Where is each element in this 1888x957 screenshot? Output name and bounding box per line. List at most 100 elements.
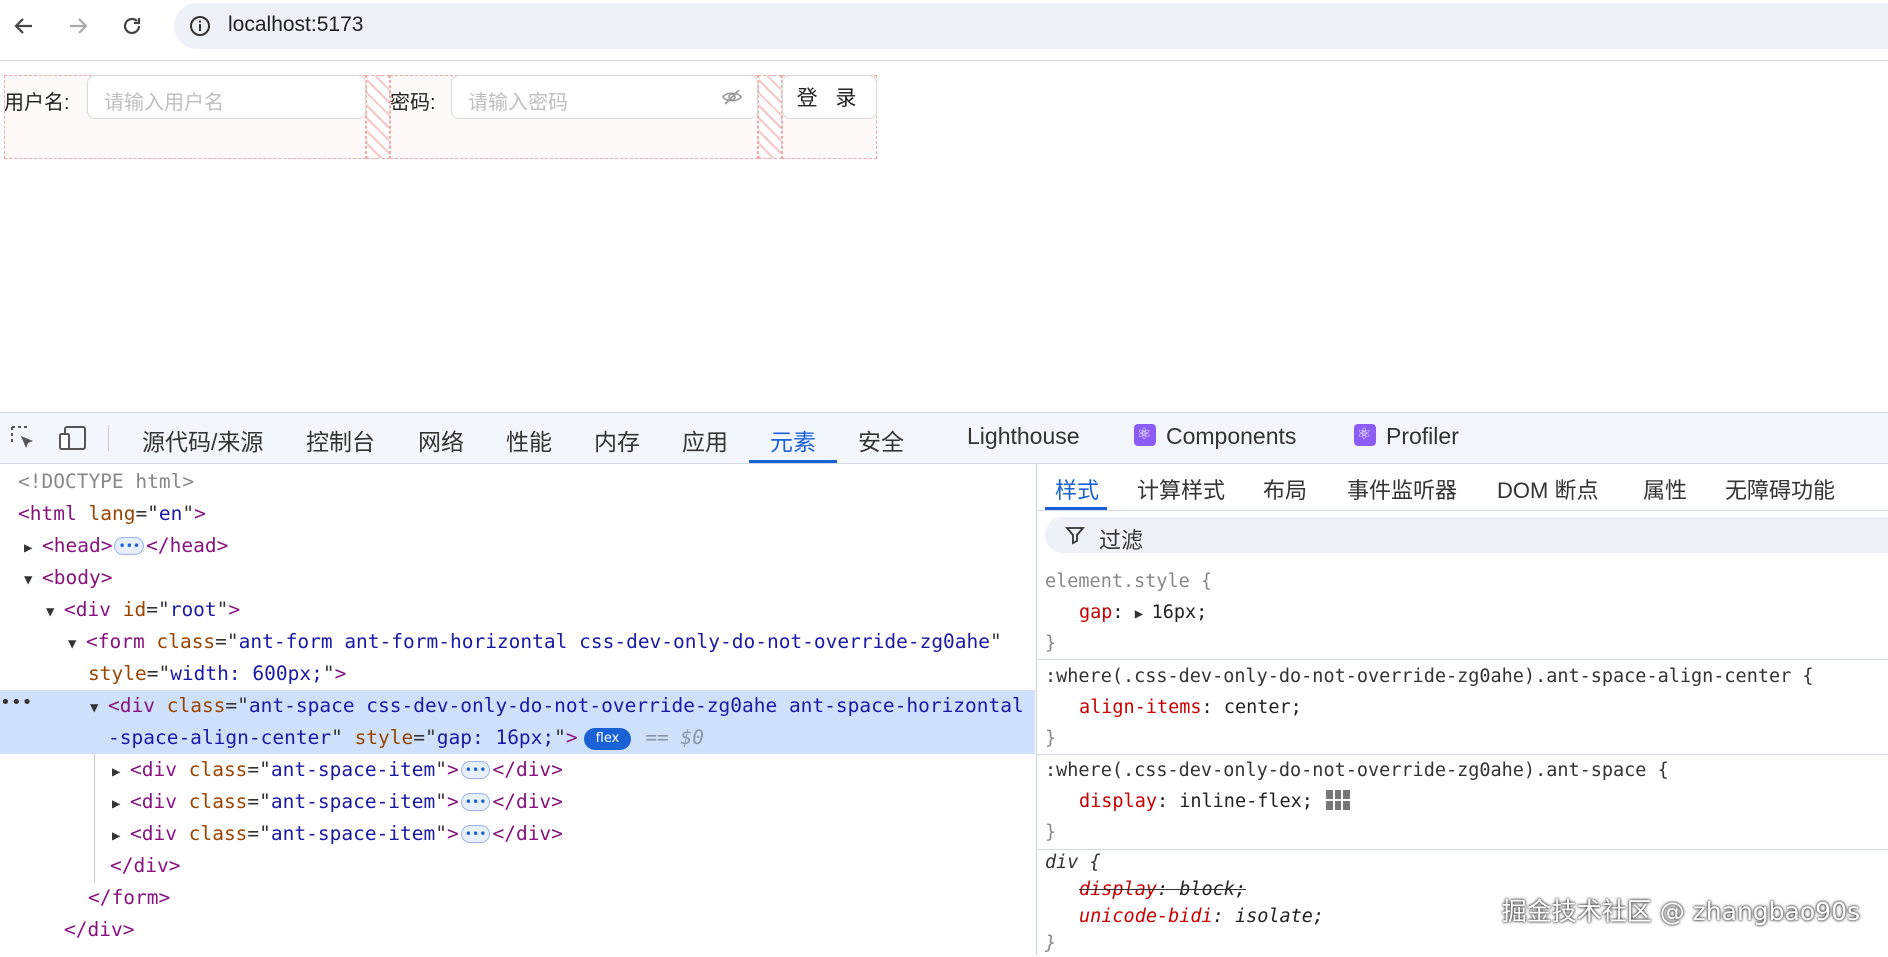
tree-row-body[interactable]: ▼ <body> (24, 562, 112, 594)
rule-selector[interactable]: :where(.css-dev-only-do-not-override-zg0… (1045, 755, 1669, 786)
filter-placeholder: 过滤 (1099, 528, 1144, 553)
expand-arrow-icon[interactable]: ▶ (112, 756, 130, 789)
tab-memory[interactable]: 内存 (594, 423, 640, 457)
close-div-tag: </div> (492, 790, 563, 813)
tree-row-space-cont[interactable]: -space-align-center" style="gap: 16px;">… (108, 722, 704, 754)
rule-declaration[interactable]: unicode-bidi: isolate; (1045, 903, 1324, 930)
reload-icon[interactable] (118, 12, 146, 40)
tree-guide-line (94, 754, 95, 882)
tab-computed[interactable]: 计算样式 (1137, 473, 1225, 505)
tree-row-form[interactable]: ▼ <form class="ant-form ant-form-horizont… (68, 626, 1002, 658)
tree-row-root[interactable]: ▼ <div id="root"> (46, 594, 240, 626)
collapse-arrow-icon[interactable]: ▼ (46, 596, 64, 629)
style-rule-element: element.style { gap: ▶ 16px; } (1045, 566, 1212, 659)
rule-declaration[interactable]: display: inline-flex; (1045, 786, 1669, 817)
tab-network[interactable]: 网络 (418, 423, 464, 457)
eye-invisible-icon[interactable] (721, 86, 743, 113)
tree-row-close-div[interactable]: </div> (110, 850, 180, 882)
form-class-value: ant-form ant-form-horizontal css-dev-onl… (238, 630, 991, 653)
tab-performance[interactable]: 性能 (506, 423, 552, 457)
login-button[interactable]: 登 录 (782, 75, 877, 119)
tab-application[interactable]: 应用 (682, 423, 728, 457)
tab-properties[interactable]: 属性 (1643, 473, 1687, 505)
tab-layout[interactable]: 布局 (1263, 473, 1307, 505)
tree-row-form-cont[interactable]: style="width: 600px;"> (88, 658, 346, 690)
close-div-tag: </div> (110, 854, 181, 877)
space-class-value: ant-space css-dev-only-do-not-override-z… (248, 694, 1035, 717)
tree-row-space-item[interactable]: ▶ <div class="ant-space-item"> ••• </div> (112, 818, 563, 850)
collapse-arrow-icon[interactable]: ▼ (24, 564, 42, 597)
tab-elements[interactable]: 元素 (770, 423, 816, 457)
tab-security[interactable]: 安全 (858, 423, 904, 457)
row-menu-icon[interactable]: ••• (0, 690, 33, 716)
item-class-value: ant-space-item (270, 790, 436, 813)
rule-declaration[interactable]: gap: ▶ 16px; (1045, 597, 1212, 628)
rule-declaration[interactable]: align-items: center; (1045, 692, 1814, 723)
device-toolbar-icon[interactable] (58, 423, 88, 453)
expand-arrow-icon[interactable]: ▶ (112, 820, 130, 853)
dollar0-label: == $0 (645, 726, 705, 749)
form-style-value: width: 600px; (170, 662, 323, 685)
ellipsis-icon[interactable]: ••• (460, 793, 491, 811)
tree-row-head[interactable]: ▶ <head> ••• </head> (24, 530, 228, 562)
tab-lighthouse[interactable]: Lighthouse (967, 423, 1080, 450)
rule-value: block; (1179, 879, 1247, 900)
rule-selector[interactable]: element.style { (1045, 566, 1212, 597)
tab-profiler[interactable]: Profiler (1354, 423, 1459, 450)
rule-selector[interactable]: :where(.css-dev-only-do-not-override-zg0… (1045, 661, 1814, 692)
tab-dom-breakpoints[interactable]: DOM 断点 (1497, 473, 1598, 505)
username-input[interactable]: 请输入用户名 (87, 75, 366, 119)
tree-row-space[interactable]: ▼ <div class="ant-space css-dev-only-do-n… (90, 690, 1035, 722)
tree-row-close-root[interactable]: </div> (64, 914, 134, 946)
tree-row-html[interactable]: <html lang="en"> (18, 498, 206, 530)
html-tag: html (29, 502, 77, 525)
tree-row-space-item[interactable]: ▶ <div class="ant-space-item"> ••• </div> (112, 754, 563, 786)
expand-arrow-icon[interactable]: ▶ (112, 788, 130, 821)
doctype-text: <!DOCTYPE html> (18, 470, 195, 493)
tree-row-doctype[interactable]: <!DOCTYPE html> (18, 466, 194, 498)
tab-components[interactable]: Components (1134, 423, 1296, 450)
expand-arrow-icon[interactable]: ▶ (1135, 606, 1152, 622)
password-input[interactable]: 请输入密码 (451, 75, 758, 119)
rule-declaration[interactable]: display: block; (1045, 876, 1324, 903)
rule-prop: unicode-bidi (1079, 906, 1213, 927)
site-info-icon[interactable] (188, 14, 212, 43)
rule-value: inline-flex; (1179, 791, 1313, 812)
flex-badge[interactable]: flex (583, 728, 632, 750)
rule-prop: gap (1079, 602, 1113, 623)
tree-row-space-item[interactable]: ▶ <div class="ant-space-item"> ••• </div> (112, 786, 563, 818)
ellipsis-icon[interactable]: ••• (114, 537, 145, 555)
tab-styles[interactable]: 样式 (1055, 473, 1099, 505)
close-form-tag: </form> (88, 886, 171, 909)
tab-accessibility[interactable]: 无障碍功能 (1725, 473, 1835, 505)
rule-close: } (1045, 633, 1057, 654)
tab-console[interactable]: 控制台 (306, 423, 375, 457)
collapse-arrow-icon[interactable]: ▼ (90, 692, 108, 725)
item-class-value: ant-space-item (270, 822, 436, 845)
tab-event-listeners[interactable]: 事件监听器 (1347, 473, 1457, 505)
ellipsis-icon[interactable]: ••• (460, 825, 491, 843)
rule-prop: align-items (1079, 697, 1202, 718)
tab-profiler-label: Profiler (1386, 423, 1459, 449)
collapse-arrow-icon[interactable]: ▼ (68, 628, 86, 661)
inspect-element-icon[interactable] (8, 423, 38, 453)
style-rule-align-center: :where(.css-dev-only-do-not-override-zg0… (1045, 661, 1814, 754)
elements-tree: <!DOCTYPE html> <html lang="en"> ▶ <head>… (0, 464, 1035, 955)
address-bar[interactable]: localhost:5173 (174, 3, 1888, 49)
rule-selector[interactable]: div { (1045, 849, 1324, 876)
flexbox-editor-icon[interactable] (1325, 789, 1351, 821)
tree-row-close-form[interactable]: </form> (88, 882, 170, 914)
expand-arrow-icon[interactable]: ▶ (24, 532, 42, 565)
back-arrow-icon[interactable] (10, 12, 38, 40)
close-div-tag: </div> (64, 918, 135, 941)
form-tag: form (97, 630, 145, 653)
tab-components-label: Components (1166, 423, 1297, 449)
filter-input[interactable]: 过滤 (1045, 517, 1888, 553)
ellipsis-icon[interactable]: ••• (460, 761, 491, 779)
devtools-panel: 源代码/来源 控制台 网络 性能 内存 应用 元素 安全 Lighthouse … (0, 412, 1888, 955)
rule-value: 16px; (1151, 602, 1208, 623)
tab-sources[interactable]: 源代码/来源 (142, 423, 263, 457)
forward-arrow-icon[interactable] (64, 12, 92, 40)
page-content: 用户名: 请输入用户名 密码: 请输入密码 登 录 (0, 61, 1888, 411)
url-text[interactable]: localhost:5173 (228, 13, 363, 37)
